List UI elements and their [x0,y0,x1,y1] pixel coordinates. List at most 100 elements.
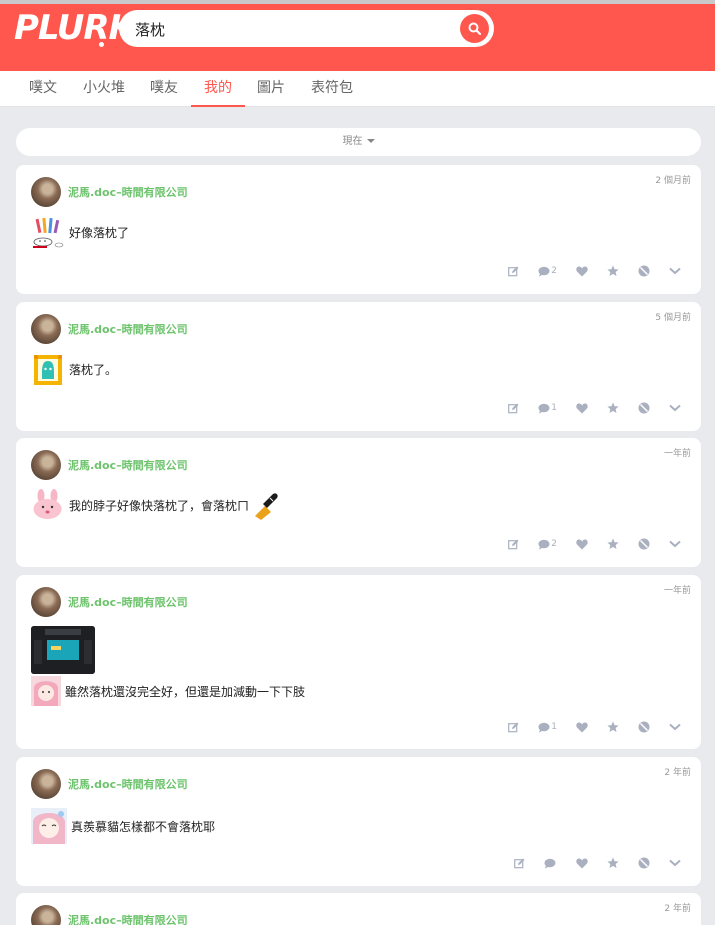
star-icon [607,721,619,732]
edit-button[interactable] [514,858,525,869]
replurk-button[interactable] [607,721,619,733]
plurk-post[interactable]: 泥馬.doc–時間有限公司 一年前 雖然落枕還沒完全好，但還是加減動一下下肢 1 [16,575,701,749]
post-time: 2 年前 [664,904,691,914]
author-name[interactable]: 泥馬.doc–時間有限公司 [68,457,188,473]
mute-button[interactable] [638,857,650,869]
post-time: 一年前 [663,449,691,459]
post-text: 好像落枕了 [69,225,130,240]
more-button[interactable] [669,723,681,731]
post-time: 5 個月前 [655,313,691,323]
author-name[interactable]: 泥馬.doc–時間有限公司 [68,184,188,200]
edit-button[interactable] [508,539,519,550]
header-bar: PLURK 落枕 [0,4,715,71]
star-icon [607,402,619,413]
post-content: 我的脖子好像快落枕了，會落枕ㄇ [31,488,281,522]
search-icon [468,22,481,35]
post-text: 我的脖子好像快落枕了，會落枕ㄇ [69,498,250,513]
mute-icon [638,538,650,550]
tab-mine[interactable]: 我的 [191,71,245,107]
comment-icon [538,722,550,732]
pink-bunny-emoticon [33,489,62,519]
replurk-button[interactable] [607,402,619,414]
plurk-post[interactable]: 泥馬.doc–時間有限公司 一年前 我的脖子好像快落枕了，會落枕ㄇ 2 [16,438,701,567]
author-name[interactable]: 泥馬.doc–時間有限公司 [68,594,188,610]
avatar[interactable] [31,177,61,207]
more-button[interactable] [669,540,681,548]
more-button[interactable] [669,859,681,867]
plurk-post[interactable]: 泥馬.doc–時間有限公司 2 個月前 好像落枕了 2 [16,165,701,294]
author-name[interactable]: 泥馬.doc–時間有限公司 [68,912,188,925]
post-actions: 1 [489,401,681,415]
response-button[interactable]: 1 [538,403,557,414]
mute-button[interactable] [638,402,650,414]
avatar[interactable] [31,314,61,344]
like-button[interactable] [576,403,588,414]
heart-icon [576,403,588,413]
edit-button[interactable] [508,722,519,733]
response-button[interactable]: 2 [538,539,557,550]
post-content: 真羨慕貓怎樣都不會落枕耶 [31,808,215,844]
pink-girl-emoticon [31,676,61,706]
like-button[interactable] [576,266,588,277]
search-input[interactable]: 落枕 [135,19,165,40]
author-name[interactable]: 泥馬.doc–時間有限公司 [68,321,188,337]
search-button[interactable] [460,14,489,43]
more-button[interactable] [669,267,681,275]
time-filter-label: 現在 [342,136,363,147]
avatar[interactable] [31,769,61,799]
edit-button[interactable] [508,266,519,277]
heart-icon [576,266,588,276]
edit-icon [508,722,519,732]
avatar[interactable] [31,450,61,480]
heart-icon [576,539,588,549]
video-game-photo [31,626,95,674]
comment-icon [538,539,550,549]
search-box[interactable]: 落枕 [119,10,494,47]
heart-icon [576,858,588,868]
comment-icon [544,858,556,868]
replurk-button[interactable] [607,538,619,550]
post-actions [495,856,681,870]
plurk-logo[interactable]: PLURK [14,8,135,48]
mute-button[interactable] [638,538,650,550]
post-actions: 2 [489,537,681,551]
more-button[interactable] [669,404,681,412]
author-name[interactable]: 泥馬.doc–時間有限公司 [68,776,188,792]
post-photo-thumbnail[interactable] [31,626,95,674]
edit-icon [508,403,519,413]
edit-button[interactable] [508,403,519,414]
like-button[interactable] [576,722,588,733]
star-icon [607,538,619,549]
plurk-post[interactable]: 泥馬.doc–時間有限公司 2 年前 真羨慕貓怎樣都不會落枕耶 [16,757,701,886]
response-count: 2 [551,539,557,549]
tab-plurks[interactable]: 噗文 [16,71,70,107]
replurk-button[interactable] [607,265,619,277]
tab-bar: 噗文 小火堆 噗友 我的 圖片 表符包 [0,71,715,107]
like-button[interactable] [576,858,588,869]
plurk-post[interactable]: 泥馬.doc–時間有限公司 2 年前 [16,893,701,925]
replurk-button[interactable] [607,857,619,869]
mute-button[interactable] [638,721,650,733]
post-content: 雖然落枕還沒完全好，但還是加減動一下下肢 [31,676,305,706]
time-filter-dropdown[interactable]: 現在 [16,128,701,156]
edit-icon [508,539,519,549]
star-icon [607,265,619,276]
plurk-post[interactable]: 泥馬.doc–時間有限公司 5 個月前 落枕了。 1 [16,302,701,431]
logo-dot [99,42,104,47]
like-button[interactable] [576,539,588,550]
tab-emoticon-packs[interactable]: 表符包 [302,71,362,107]
tab-images[interactable]: 圖片 [245,71,297,107]
tab-campfire[interactable]: 小火堆 [76,71,132,107]
mute-button[interactable] [638,265,650,277]
edit-icon [514,858,525,868]
response-button[interactable] [544,858,557,869]
comment-icon [538,403,550,413]
avatar[interactable] [31,587,61,617]
post-text: 真羨慕貓怎樣都不會落枕耶 [71,819,216,834]
response-button[interactable]: 2 [538,266,557,277]
anime-girl-emoticon [31,808,67,844]
avatar[interactable] [31,905,61,925]
tab-friends[interactable]: 噗友 [138,71,190,107]
response-button[interactable]: 1 [538,722,557,733]
mute-icon [638,265,650,277]
